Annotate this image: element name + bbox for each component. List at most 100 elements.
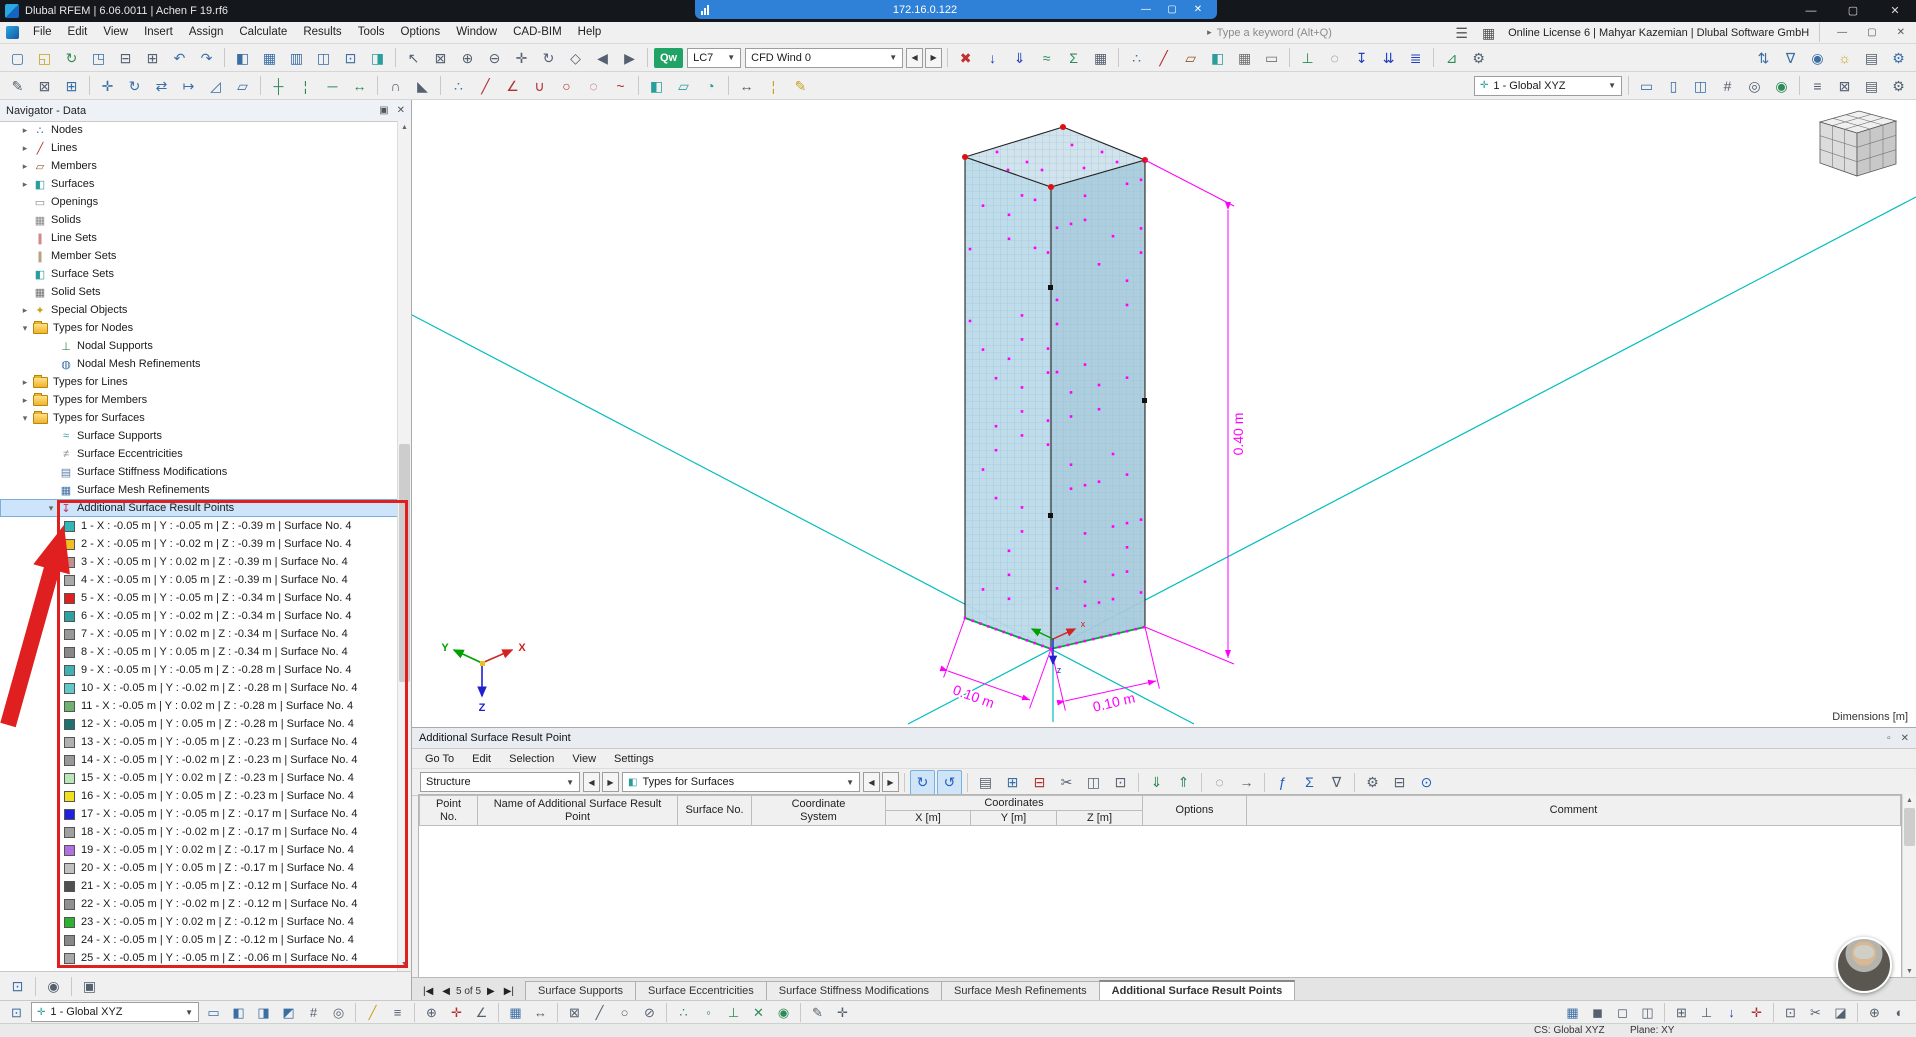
guideline-tool-icon[interactable]: ¦ [761, 73, 786, 98]
result-point-item[interactable]: 17 - X : -0.05 m | Y : -0.05 m | Z : -0.… [0, 805, 398, 823]
undo-icon[interactable]: ↶ [167, 45, 192, 70]
insert-node-icon[interactable]: ∴ [446, 73, 471, 98]
quick-access-icon[interactable]: ☰ [1449, 20, 1474, 45]
display-options-icon[interactable]: ⊡ [5, 974, 30, 999]
snap-perpendicular-icon[interactable]: ⊥ [722, 1001, 745, 1023]
new-member-icon[interactable]: ▱ [1178, 45, 1203, 70]
tree-item-surface-sets[interactable]: ◧ Surface Sets [0, 265, 398, 283]
axes-toggle-icon[interactable]: ✛ [445, 1001, 468, 1023]
tree-item-surface-mesh-refinements[interactable]: ▦ Surface Mesh Refinements [0, 481, 398, 499]
deselect-icon[interactable]: ⊘ [638, 1001, 661, 1023]
menu-results[interactable]: Results [295, 22, 349, 43]
planar-surface-icon[interactable]: ◧ [644, 73, 669, 98]
menu-window[interactable]: Window [448, 22, 505, 43]
doc-close-button[interactable]: ✕ [1890, 27, 1912, 38]
tree-chevron-icon[interactable]: ▾ [18, 413, 32, 424]
quadrangle-surface-icon[interactable]: ▱ [671, 73, 696, 98]
delete-results-icon[interactable]: ✖ [953, 45, 978, 70]
previous-tab-button[interactable]: ◀ [439, 986, 453, 997]
next-load-case-button[interactable]: ▶ [925, 47, 943, 68]
tree-item-types-for-surfaces[interactable]: ▾ Types for Surfaces [0, 409, 398, 427]
table-scrollbar[interactable]: ▲ ▼ [1902, 794, 1916, 978]
zoom-window-icon[interactable]: ⊠ [428, 45, 453, 70]
dimensions-toggle-icon[interactable]: ↔ [529, 1001, 552, 1023]
result-point-item[interactable]: 24 - X : -0.05 m | Y : 0.05 m | Z : -0.1… [0, 931, 398, 949]
new-model-icon[interactable]: ▢ [5, 45, 30, 70]
tree-chevron-icon[interactable]: ▾ [44, 503, 58, 514]
table-settings-icon[interactable]: ⚙ [1360, 770, 1385, 795]
result-point-item[interactable]: 4 - X : -0.05 m | Y : 0.05 m | Z : -0.39… [0, 571, 398, 589]
open-model-icon[interactable]: ◱ [32, 45, 57, 70]
grid-toggle-icon[interactable]: # [302, 1001, 325, 1023]
new-line-icon[interactable]: ╱ [1151, 45, 1176, 70]
find-in-table-icon[interactable]: ◌ [1207, 770, 1232, 795]
plane-xy-icon[interactable]: ◧ [227, 1001, 250, 1023]
zoom-in-icon[interactable]: ⊕ [455, 45, 480, 70]
language-icon[interactable]: ⊕ [1863, 1001, 1886, 1023]
navigator-pin-icon[interactable]: ▣ [379, 105, 388, 116]
calculate-all-icon[interactable]: ⊿ [1439, 45, 1464, 70]
window-close-button[interactable]: ✕ [1874, 0, 1916, 22]
sun-display-icon[interactable]: ☼ [1832, 45, 1857, 70]
select-line-icon[interactable]: ╱ [588, 1001, 611, 1023]
print-table-icon[interactable]: ⊟ [1387, 770, 1412, 795]
tree-item-surface-supports[interactable]: ≈ Surface Supports [0, 427, 398, 445]
tree-chevron-icon[interactable]: ▸ [18, 395, 32, 406]
sync-selection-icon[interactable]: ↻ [910, 769, 935, 795]
scroll-up-icon[interactable]: ▲ [1903, 794, 1916, 807]
new-opening-icon[interactable]: ▭ [1259, 45, 1284, 70]
ellipse-icon[interactable]: ◌ [581, 73, 606, 98]
model-viewport[interactable]: 0.40 m 0.10 m 0.10 m X Y Z x z Dimension… [412, 100, 1916, 727]
divide-line-icon[interactable]: ¦ [293, 73, 318, 98]
result-point-item[interactable]: 15 - X : -0.05 m | Y : 0.02 m | Z : -0.2… [0, 769, 398, 787]
dual-view-icon[interactable]: ◫ [311, 45, 336, 70]
calculation-settings-icon[interactable]: ⚙ [1466, 45, 1491, 70]
rdp-minimize-button[interactable]: — [1133, 4, 1159, 15]
tree-chevron-icon[interactable]: ▸ [18, 143, 32, 154]
hinges-icon[interactable]: ◌ [1322, 45, 1347, 70]
surface-load-icon[interactable]: ≣ [1403, 45, 1428, 70]
result-point-item[interactable]: 12 - X : -0.05 m | Y : 0.05 m | Z : -0.2… [0, 715, 398, 733]
types-for-surfaces-select[interactable]: ◧ Types for Surfaces ▼ [622, 772, 860, 792]
snap-middle-icon[interactable]: ◦ [697, 1001, 720, 1023]
select-window-icon[interactable]: ⊠ [563, 1001, 586, 1023]
units-settings-icon[interactable]: ⚙ [1886, 73, 1911, 98]
go-to-row-icon[interactable]: → [1234, 770, 1259, 795]
menu-cad-bim[interactable]: CAD-BIM [505, 22, 570, 43]
result-point-item[interactable]: 25 - X : -0.05 m | Y : -0.05 m | Z : -0.… [0, 949, 398, 967]
load-wizard-badge[interactable]: Qw [654, 47, 684, 68]
line-between-points-icon[interactable]: ╱ [473, 73, 498, 98]
tree-chevron-icon[interactable]: ▸ [18, 125, 32, 136]
tree-item-openings[interactable]: ▭ Openings [0, 193, 398, 211]
filter-icon[interactable]: ∇ [1778, 45, 1803, 70]
insert-row-icon[interactable]: ⊞ [1000, 770, 1025, 795]
previous-view-icon[interactable]: ◀ [590, 45, 615, 70]
layout-grid-icon[interactable]: ▦ [1476, 20, 1501, 45]
arc-icon[interactable]: ∪ [527, 73, 552, 98]
select-special-icon[interactable]: ⊞ [59, 73, 84, 98]
result-point-item[interactable]: 7 - X : -0.05 m | Y : 0.02 m | Z : -0.34… [0, 625, 398, 643]
mirror-icon[interactable]: ⇄ [149, 73, 174, 98]
tab-additional-surface-result-points[interactable]: Additional Surface Result Points [1098, 980, 1296, 1000]
sync-view-icon[interactable]: ↺ [937, 769, 962, 795]
load-case-select[interactable]: CFD Wind 0 ▼ [745, 47, 904, 68]
visibility-eye-icon[interactable]: ◉ [41, 974, 66, 999]
save-model-icon[interactable]: ◳ [86, 45, 111, 70]
extend-line-icon[interactable]: ↔ [347, 73, 372, 98]
zoom-out-icon[interactable]: ⊖ [482, 45, 507, 70]
move-copy-icon[interactable]: ✛ [95, 73, 120, 98]
snap-intersection-icon[interactable]: ✕ [747, 1001, 770, 1023]
panel-menu-edit[interactable]: Edit [463, 753, 500, 765]
tree-chevron-icon[interactable]: ▸ [18, 377, 32, 388]
render-mode-icon[interactable]: ◨ [365, 45, 390, 70]
snap-nearest-icon[interactable]: ◉ [772, 1001, 795, 1023]
tree-chevron-icon[interactable]: ▸ [18, 161, 32, 172]
panel-menu-view[interactable]: View [563, 753, 605, 765]
tab-surface-supports[interactable]: Surface Supports [525, 981, 637, 1000]
view-navigation-cube[interactable] [1818, 110, 1898, 177]
tree-item-lines[interactable]: ▸ ╱ Lines [0, 139, 398, 157]
previous-category-button[interactable]: ◀ [583, 772, 600, 792]
camera-icon[interactable]: ▣ [77, 974, 102, 999]
supports-icon[interactable]: ⊥ [1295, 45, 1320, 70]
copy-icon[interactable]: ⊞ [140, 45, 165, 70]
